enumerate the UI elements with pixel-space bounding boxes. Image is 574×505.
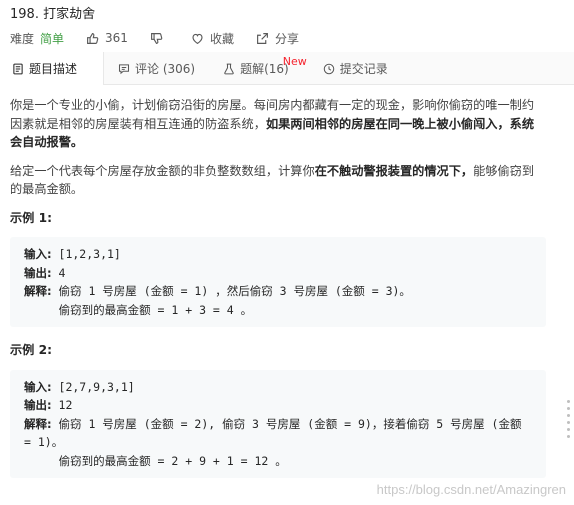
tab-solutions[interactable]: 题解(16) New (209, 52, 307, 85)
description-text: 给定一个代表每个房屋存放金额的非负整数数组，计算你 (10, 163, 315, 178)
tab-description[interactable]: 题目描述 (0, 52, 104, 85)
input-value: [2,7,9,3,1] (51, 379, 135, 394)
favorite-button[interactable]: 收藏 (191, 30, 234, 47)
share-button[interactable]: 分享 (256, 30, 299, 47)
watermark: https://blog.csdn.net/Amazingren (376, 482, 566, 497)
output-label: 输出: (24, 398, 52, 412)
tab-bar: 题目描述 评论 (306) 题解(16) New 提交记录 (0, 52, 574, 85)
heart-icon (191, 32, 204, 45)
example-output: 输出: 12 (24, 396, 532, 415)
share-label: 分享 (274, 31, 299, 46)
explain-label: 解释: (24, 416, 52, 431)
problem-title: 198. 打家劫舍 (10, 7, 96, 22)
difficulty: 难度 简单 (10, 30, 64, 47)
difficulty-label: 难度 (10, 31, 35, 46)
like-count: 361 (105, 31, 128, 45)
tab-comments-label: 评论 (306) (135, 62, 196, 76)
file-text-icon (12, 63, 24, 75)
input-label: 输入: (24, 247, 52, 261)
dislike-button[interactable] (150, 32, 169, 45)
example-1-title: 示例 1: (10, 210, 52, 225)
new-badge: New (282, 55, 307, 68)
description-emphasis: 在不触动警报装置的情况下， (314, 163, 474, 178)
flask-icon (223, 63, 235, 75)
tab-comments[interactable]: 评论 (306) (104, 52, 209, 85)
example-2-block: 输入: [2,7,9,3,1] 输出: 12 解释: 偷窃 1 号房屋 (金额 … (10, 369, 546, 478)
output-value: 12 (51, 398, 73, 412)
explain-value: 偷窃 1 号房屋 (金额 = 1) ，然后偷窃 3 号房屋 (金额 = 3)。 (51, 284, 411, 298)
explain-value: 偷窃 1 号房屋 (金额 = 2), 偷窃 3 号房屋 (金额 = 9)，接着偷… (24, 416, 529, 450)
tab-solutions-label: 题解(16) (240, 62, 289, 76)
problem-description: 你是一个专业的小偷，计划偷窃沿街的房屋。每间房内都藏有一定的现金，影响你偷窃的唯… (10, 96, 546, 492)
thumbs-down-icon (150, 32, 163, 45)
difficulty-value: 简单 (40, 31, 65, 46)
thumbs-up-icon (86, 32, 99, 45)
problem-header: 198. 打家劫舍 难度 简单 361 收藏 分享 (0, 0, 574, 52)
share-icon (256, 32, 269, 45)
example-explanation-2: 偷窃到的最高金额 = 2 + 9 + 1 = 12 。 (24, 453, 287, 468)
output-value: 4 (51, 265, 66, 280)
example-1-block: 输入: [1,2,3,1] 输出: 4 解释: 偷窃 1 号房屋 (金额 = 1… (10, 237, 546, 327)
problem-meta-bar: 难度 简单 361 收藏 分享 (10, 27, 564, 49)
description-paragraph-1: 你是一个专业的小偷，计划偷窃沿街的房屋。每间房内都藏有一定的现金，影响你偷窃的唯… (10, 96, 546, 152)
explain-label: 解释: (24, 284, 52, 298)
resize-handle[interactable] (567, 400, 570, 442)
example-explanation: 解释: 偷窃 1 号房屋 (金额 = 2), 偷窃 3 号房屋 (金额 = 9)… (24, 415, 532, 452)
output-label: 输出: (24, 265, 52, 280)
tab-description-label: 题目描述 (29, 62, 78, 76)
example-input: 输入: [2,7,9,3,1] (24, 378, 532, 397)
comment-icon (118, 63, 130, 75)
tab-submissions[interactable]: 提交记录 (309, 52, 402, 85)
favorite-label: 收藏 (209, 31, 234, 46)
tab-submissions-label: 提交记录 (339, 62, 388, 76)
example-input: 输入: [1,2,3,1] (24, 245, 532, 264)
example-2-title: 示例 2: (10, 343, 52, 357)
description-paragraph-2: 给定一个代表每个房屋存放金额的非负整数数组，计算你在不触动警报装置的情况下，能够… (10, 162, 546, 199)
clock-icon (323, 63, 335, 75)
example-explanation: 解释: 偷窃 1 号房屋 (金额 = 1) ，然后偷窃 3 号房屋 (金额 = … (24, 282, 532, 301)
input-label: 输入: (24, 379, 52, 394)
example-explanation-2: 偷窃到的最高金额 = 1 + 3 = 4 。 (24, 302, 253, 317)
like-button[interactable]: 361 (86, 31, 128, 45)
example-output: 输出: 4 (24, 264, 532, 283)
input-value: [1,2,3,1] (51, 247, 121, 261)
